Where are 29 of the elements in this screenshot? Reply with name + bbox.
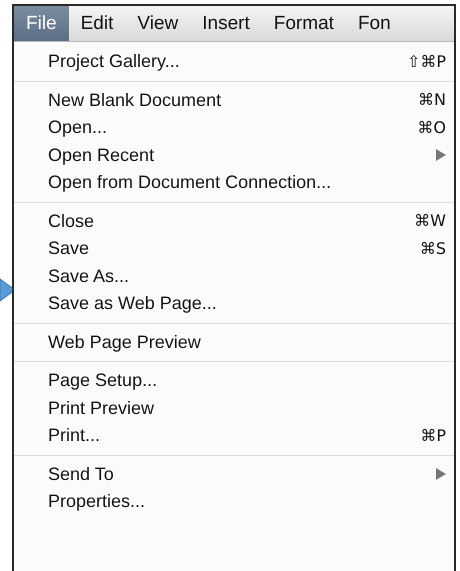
menu-bar-item[interactable]: Format bbox=[262, 6, 346, 41]
menu-bar-item[interactable]: Insert bbox=[190, 6, 262, 41]
menu-item[interactable]: Open... ⌘O bbox=[14, 114, 454, 142]
menu-item[interactable]: Open from Document Connection... bbox=[14, 169, 454, 196]
menu-item[interactable]: Properties... bbox=[14, 488, 454, 516]
submenu-arrow-icon bbox=[436, 149, 446, 162]
shortcut-label: ⌘O bbox=[417, 116, 446, 139]
menu-item[interactable]: Project Gallery... ⇧⌘P bbox=[14, 48, 454, 76]
menu-item[interactable]: Page Setup... bbox=[14, 367, 454, 394]
shortcut-label: ⇧⌘P bbox=[406, 50, 446, 73]
menu-bar-item[interactable]: View bbox=[125, 6, 190, 41]
menu-bar-item[interactable]: File bbox=[14, 6, 69, 41]
shortcut-label: ⌘N bbox=[418, 89, 446, 112]
menu-bar-item[interactable]: Edit bbox=[68, 6, 126, 41]
menu-item[interactable]: Web Page Preview bbox=[14, 328, 454, 356]
submenu-arrow-icon bbox=[436, 468, 446, 480]
shortcut-label: ⌘W bbox=[414, 210, 446, 232]
menu-bar-item[interactable]: Fon bbox=[346, 6, 403, 41]
menu-item[interactable]: Open Recent bbox=[14, 142, 454, 169]
menu-item[interactable]: Send To bbox=[14, 460, 454, 488]
menu-item[interactable]: Close ⌘W bbox=[14, 208, 454, 235]
menu-item[interactable]: Print Preview bbox=[14, 394, 454, 422]
menu-item[interactable]: New Blank Document ⌘N bbox=[14, 86, 454, 114]
menu-item[interactable]: Save As... bbox=[14, 262, 454, 290]
menu-item[interactable]: Save ⌘S bbox=[14, 235, 454, 262]
menu-item[interactable]: Save as Web Page... bbox=[14, 290, 454, 318]
menu-item[interactable]: Print... ⌘P bbox=[14, 422, 454, 450]
shortcut-label: ⌘P bbox=[420, 424, 446, 447]
shortcut-label: ⌘S bbox=[420, 238, 446, 260]
